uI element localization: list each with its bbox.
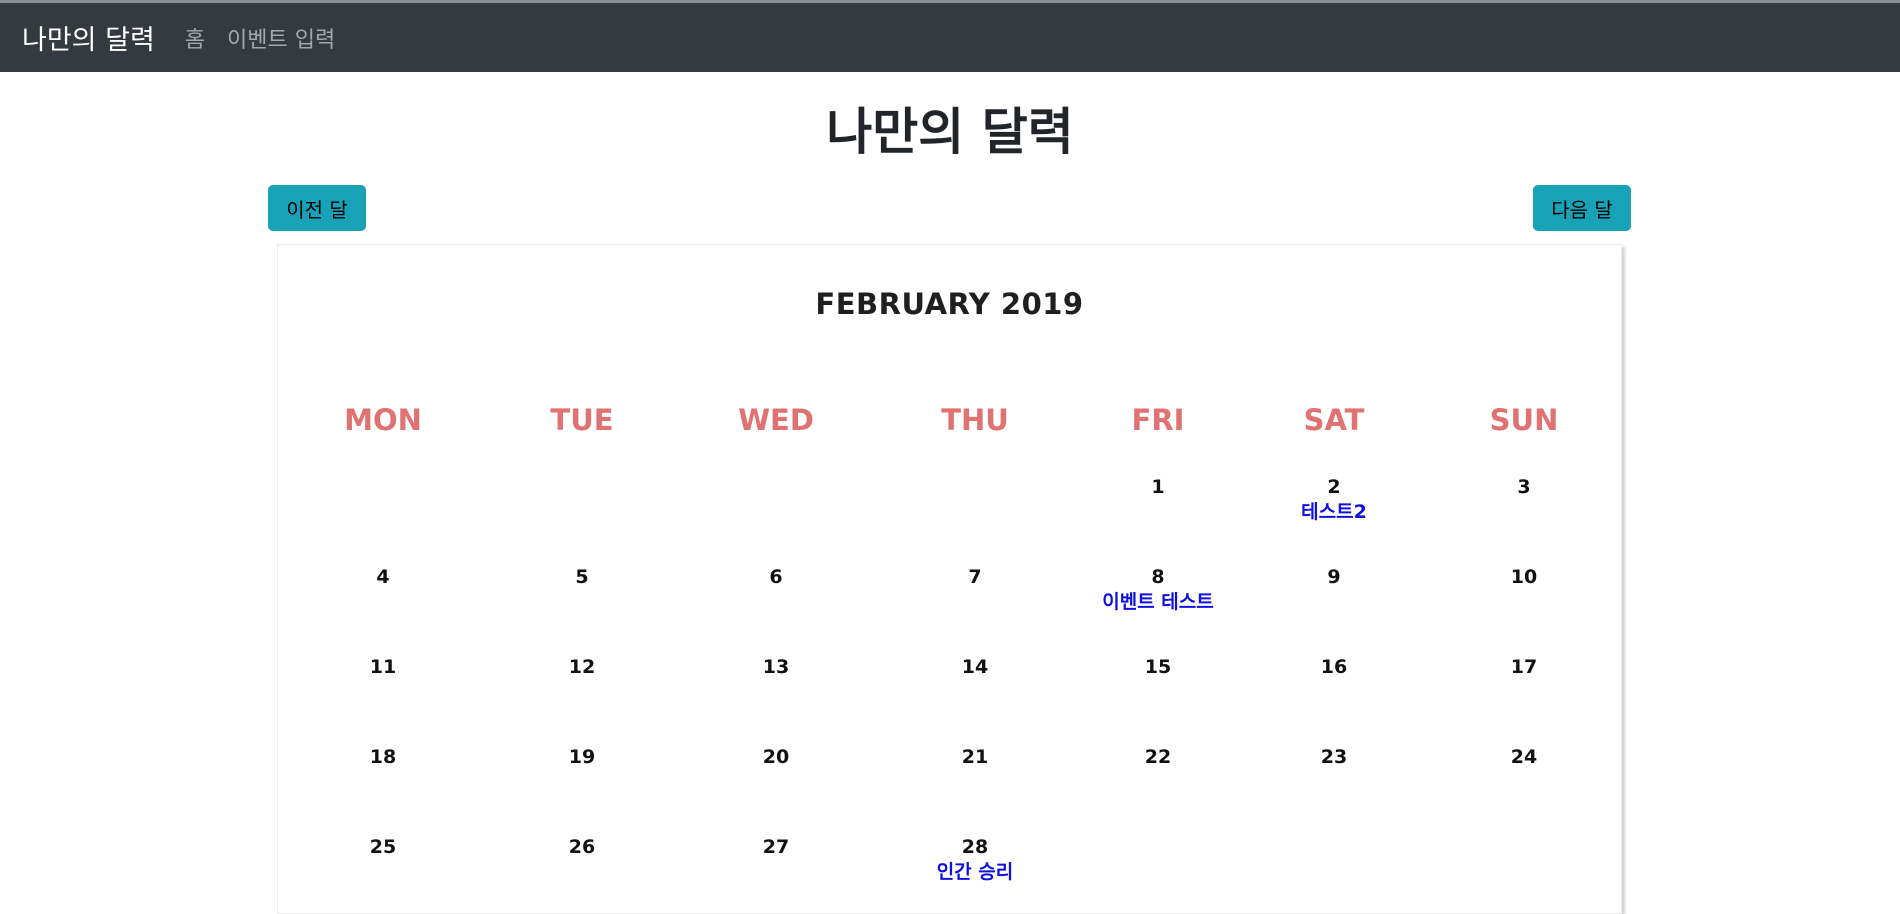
date-number[interactable]: 24: [1434, 745, 1614, 769]
calendar-day-cell[interactable]: 5: [492, 565, 672, 589]
date-number[interactable]: 12: [492, 655, 672, 679]
date-number[interactable]: 2: [1244, 475, 1424, 499]
date-number[interactable]: 19: [492, 745, 672, 769]
month-title: FEBRUARY 2019: [815, 287, 1084, 321]
calendar-day-cell[interactable]: 25: [293, 835, 473, 859]
date-number[interactable]: 27: [686, 835, 866, 859]
nav-link-home[interactable]: 홈: [185, 22, 205, 54]
weekday-header: THU: [941, 403, 1009, 437]
calendar-day-cell[interactable]: 13: [686, 655, 866, 679]
date-number[interactable]: 6: [686, 565, 866, 589]
calendar-card: FEBRUARY 2019 MON TUE WED THU FRI SAT SUN 1 2 테스트…: [277, 244, 1622, 914]
nav-link-event-input[interactable]: 이벤트 입력: [227, 22, 335, 54]
calendar-day-cell[interactable]: 6: [686, 565, 866, 589]
calendar-day-cell[interactable]: 18: [293, 745, 473, 769]
calendar-day-cell[interactable]: 27: [686, 835, 866, 859]
calendar-event[interactable]: 이벤트 테스트: [1068, 589, 1248, 615]
weekday-header: MON: [344, 403, 422, 437]
calendar-day-cell[interactable]: 4: [293, 565, 473, 589]
weekday-header: TUE: [550, 403, 614, 437]
calendar-day-cell[interactable]: 20: [686, 745, 866, 769]
date-number[interactable]: 26: [492, 835, 672, 859]
calendar-day-cell[interactable]: 2 테스트2: [1244, 475, 1424, 525]
date-number[interactable]: 4: [293, 565, 473, 589]
calendar-day-cell[interactable]: 8 이벤트 테스트: [1068, 565, 1248, 615]
calendar-day-cell[interactable]: 3: [1434, 475, 1614, 499]
date-number[interactable]: 17: [1434, 655, 1614, 679]
calendar-day-cell[interactable]: 9: [1244, 565, 1424, 589]
date-number[interactable]: 11: [293, 655, 473, 679]
navbar-brand[interactable]: 나만의 달력: [22, 18, 155, 57]
date-number[interactable]: 20: [686, 745, 866, 769]
weekday-header: SAT: [1303, 403, 1365, 437]
calendar-day-cell[interactable]: 28 인간 승리: [885, 835, 1065, 885]
navbar: 나만의 달력 홈 이벤트 입력: [0, 0, 1900, 72]
calendar-event[interactable]: 테스트2: [1244, 499, 1424, 525]
next-month-button[interactable]: 다음 달: [1533, 185, 1631, 231]
prev-month-button[interactable]: 이전 달: [268, 185, 366, 231]
weekday-header: WED: [738, 403, 814, 437]
weekday-header: FRI: [1131, 403, 1185, 437]
date-number[interactable]: 3: [1434, 475, 1614, 499]
calendar-day-cell[interactable]: 17: [1434, 655, 1614, 679]
date-number[interactable]: 13: [686, 655, 866, 679]
calendar-day-cell[interactable]: 26: [492, 835, 672, 859]
calendar-day-cell[interactable]: 23: [1244, 745, 1424, 769]
date-number[interactable]: 16: [1244, 655, 1424, 679]
calendar-day-cell[interactable]: 7: [885, 565, 1065, 589]
calendar-day-cell[interactable]: 1: [1068, 475, 1248, 499]
date-number[interactable]: 21: [885, 745, 1065, 769]
calendar-day-cell[interactable]: 10: [1434, 565, 1614, 589]
calendar-day-cell[interactable]: 12: [492, 655, 672, 679]
calendar-day-cell[interactable]: 15: [1068, 655, 1248, 679]
date-number[interactable]: 28: [885, 835, 1065, 859]
calendar-day-cell[interactable]: 19: [492, 745, 672, 769]
date-number[interactable]: 1: [1068, 475, 1248, 499]
date-number[interactable]: 23: [1244, 745, 1424, 769]
date-number[interactable]: 22: [1068, 745, 1248, 769]
date-number[interactable]: 15: [1068, 655, 1248, 679]
calendar-day-cell[interactable]: 11: [293, 655, 473, 679]
calendar-day-cell[interactable]: 16: [1244, 655, 1424, 679]
calendar-day-cell[interactable]: 21: [885, 745, 1065, 769]
date-number[interactable]: 8: [1068, 565, 1248, 589]
date-number[interactable]: 14: [885, 655, 1065, 679]
date-number[interactable]: 9: [1244, 565, 1424, 589]
date-number[interactable]: 5: [492, 565, 672, 589]
weekday-header: SUN: [1489, 403, 1559, 437]
calendar-day-cell[interactable]: 14: [885, 655, 1065, 679]
date-number[interactable]: 25: [293, 835, 473, 859]
calendar-event[interactable]: 인간 승리: [885, 859, 1065, 885]
date-number[interactable]: 18: [293, 745, 473, 769]
date-number[interactable]: 7: [885, 565, 1065, 589]
calendar-day-cell[interactable]: 24: [1434, 745, 1614, 769]
date-number[interactable]: 10: [1434, 565, 1614, 589]
page-title: 나만의 달력: [826, 103, 1074, 161]
calendar-day-cell[interactable]: 22: [1068, 745, 1248, 769]
